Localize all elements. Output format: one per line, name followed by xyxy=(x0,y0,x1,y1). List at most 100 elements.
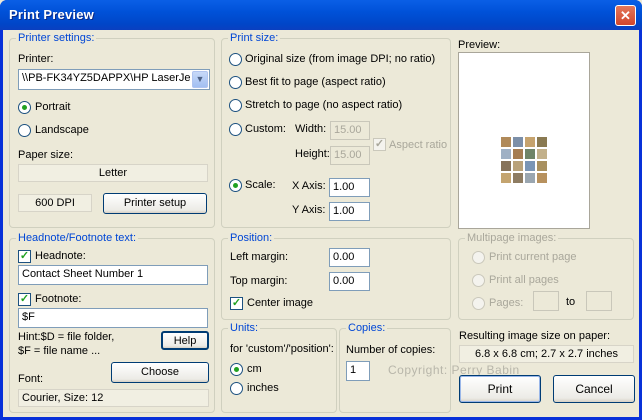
units-group: Units: for 'custom'/'position': cm inche… xyxy=(221,322,337,413)
width-input[interactable]: 15.00 xyxy=(330,121,370,140)
font-value: Courier, Size: 12 xyxy=(18,389,209,407)
preview-thumbnail xyxy=(501,161,511,171)
portrait-radio[interactable] xyxy=(18,101,31,114)
multipage-legend: Multipage images: xyxy=(465,232,559,244)
print-size-group: Print size: Original size (from image DP… xyxy=(221,32,451,228)
help-button[interactable]: Help xyxy=(161,331,209,350)
printer-settings-legend: Printer settings: xyxy=(16,32,97,44)
headnote-footnote-legend: Headnote/Footnote text: xyxy=(16,232,139,244)
headnote-input[interactable]: Contact Sheet Number 1 xyxy=(18,265,208,285)
cm-label[interactable]: cm xyxy=(247,363,262,375)
top-margin-label: Top margin: xyxy=(230,275,288,287)
printer-setup-button[interactable]: Printer setup xyxy=(103,193,207,214)
printer-select-value: \\PB-FK34YZ5DAPPX\HP LaserJe xyxy=(22,72,191,84)
preview-thumbnail xyxy=(501,173,511,183)
print-size-legend: Print size: xyxy=(228,32,281,44)
original-size-label[interactable]: Original size (from image DPI; no ratio) xyxy=(245,53,435,65)
title-bar[interactable]: Print Preview ✕ xyxy=(0,0,642,30)
preview-thumbnails xyxy=(501,137,547,183)
scale-label[interactable]: Scale: xyxy=(245,179,276,191)
chevron-down-icon[interactable]: ▼ xyxy=(192,71,208,88)
width-label: Width: xyxy=(295,123,327,135)
center-image-checkbox[interactable]: ✓ xyxy=(230,297,243,310)
dialog-body: Printer settings: Printer: \\PB-FK34YZ5D… xyxy=(3,30,639,417)
pages-radio[interactable] xyxy=(472,297,485,310)
print-all-radio[interactable] xyxy=(472,274,485,287)
left-margin-input[interactable]: 0.00 xyxy=(329,248,370,267)
inches-radio[interactable] xyxy=(230,382,243,395)
footnote-label[interactable]: Footnote: xyxy=(35,293,81,305)
stretch-radio[interactable] xyxy=(229,99,242,112)
original-size-radio[interactable] xyxy=(229,53,242,66)
height-input[interactable]: 15.00 xyxy=(330,146,370,165)
pages-from-input[interactable] xyxy=(533,291,559,311)
pages-to-input[interactable] xyxy=(586,291,612,311)
result-value: 6.8 x 6.8 cm; 2.7 x 2.7 inches xyxy=(459,345,634,363)
y-axis-label: Y Axis: xyxy=(292,204,326,216)
preview-thumbnail xyxy=(525,149,535,159)
hint-line-1: Hint:$D = file folder, xyxy=(18,331,115,343)
choose-font-button[interactable]: Choose xyxy=(111,362,209,383)
aspect-ratio-label[interactable]: Aspect ratio xyxy=(389,139,447,151)
preview-thumbnail xyxy=(537,173,547,183)
preview-thumbnail xyxy=(513,137,523,147)
print-button[interactable]: Print xyxy=(459,375,541,403)
printer-label: Printer: xyxy=(18,53,54,65)
print-current-label[interactable]: Print current page xyxy=(489,251,576,263)
landscape-radio[interactable] xyxy=(18,124,31,137)
preview-thumbnail xyxy=(513,161,523,171)
paper-size-label: Paper size: xyxy=(18,149,74,161)
units-legend: Units: xyxy=(228,322,261,334)
result-label: Resulting image size on paper: xyxy=(459,330,611,342)
window-title: Print Preview xyxy=(9,7,94,22)
preview-thumbnail xyxy=(525,161,535,171)
preview-thumbnail xyxy=(537,161,547,171)
copies-input[interactable]: 1 xyxy=(346,361,370,381)
center-image-label[interactable]: Center image xyxy=(247,297,313,309)
units-caption: for 'custom'/'position': xyxy=(230,343,334,355)
multipage-group: Multipage images: Print current page Pri… xyxy=(458,232,634,320)
top-margin-input[interactable]: 0.00 xyxy=(329,272,370,291)
font-label: Font: xyxy=(18,373,44,385)
print-current-radio[interactable] xyxy=(472,251,485,264)
pages-label[interactable]: Pages: xyxy=(489,297,523,309)
position-group: Position: Left margin: 0.00 Top margin: … xyxy=(221,232,451,320)
preview-thumbnail xyxy=(537,137,547,147)
hint-line-2: $F = file name ... xyxy=(18,345,101,357)
cm-radio[interactable] xyxy=(230,363,243,376)
headnote-checkbox[interactable]: ✓ xyxy=(18,250,31,263)
preview-thumbnail xyxy=(525,137,535,147)
copies-legend: Copies: xyxy=(346,322,388,334)
paper-size-value: Letter xyxy=(18,164,208,182)
footnote-input[interactable]: $F xyxy=(18,308,208,328)
close-icon[interactable]: ✕ xyxy=(615,5,636,26)
x-axis-input[interactable]: 1.00 xyxy=(329,178,370,197)
print-all-label[interactable]: Print all pages xyxy=(489,274,559,286)
x-axis-label: X Axis: xyxy=(292,180,326,192)
portrait-label[interactable]: Portrait xyxy=(35,101,70,113)
footnote-checkbox[interactable]: ✓ xyxy=(18,293,31,306)
scale-radio[interactable] xyxy=(229,179,242,192)
aspect-ratio-checkbox[interactable]: ✓ xyxy=(373,138,386,151)
custom-label[interactable]: Custom: xyxy=(245,123,286,135)
headnote-label[interactable]: Headnote: xyxy=(35,250,86,262)
best-fit-radio[interactable] xyxy=(229,76,242,89)
best-fit-label[interactable]: Best fit to page (aspect ratio) xyxy=(245,76,386,88)
pages-to-label: to xyxy=(566,296,576,308)
preview-thumbnail xyxy=(501,149,511,159)
custom-radio[interactable] xyxy=(229,123,242,136)
inches-label[interactable]: inches xyxy=(247,382,279,394)
height-label: Height: xyxy=(295,148,330,160)
y-axis-input[interactable]: 1.00 xyxy=(329,202,370,221)
left-margin-label: Left margin: xyxy=(230,251,289,263)
dpi-value: 600 DPI xyxy=(18,194,92,212)
printer-select[interactable]: \\PB-FK34YZ5DAPPX\HP LaserJe ▼ xyxy=(18,69,210,90)
stretch-label[interactable]: Stretch to page (no aspect ratio) xyxy=(245,99,402,111)
preview-label: Preview: xyxy=(458,39,501,51)
cancel-button[interactable]: Cancel xyxy=(553,375,635,403)
position-legend: Position: xyxy=(228,232,275,244)
preview-thumbnail xyxy=(513,149,523,159)
landscape-label[interactable]: Landscape xyxy=(35,124,89,136)
copies-label: Number of copies: xyxy=(346,344,436,356)
preview-thumbnail xyxy=(537,149,547,159)
